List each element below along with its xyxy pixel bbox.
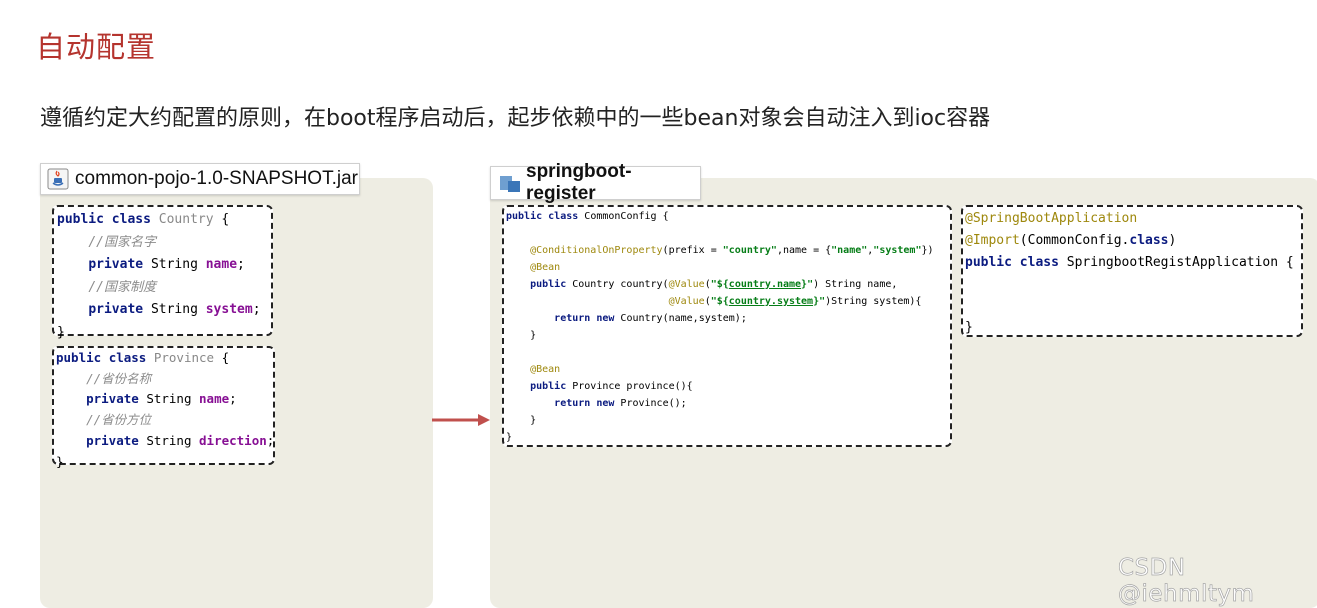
code-text: ) String name,: [813, 279, 898, 290]
code-keyword: class: [1129, 232, 1169, 248]
right-arrow-icon: [432, 414, 490, 426]
code-text: }): [921, 245, 934, 256]
watermark: CSDN @iehmltym: [1118, 555, 1255, 608]
code-keyword: public: [57, 212, 104, 227]
code-keyword: class: [111, 212, 151, 227]
code-keyword: public: [506, 211, 543, 222]
code-keyword: return: [554, 398, 591, 409]
code-string: }": [801, 279, 814, 290]
code-keyword: public: [530, 279, 567, 290]
code-comment: //省份名称: [86, 370, 152, 386]
code-comment: //国家制度: [88, 279, 156, 295]
code-keyword: private: [86, 432, 139, 448]
code-keyword: new: [596, 313, 615, 324]
code-text: (CommonConfig.: [1019, 232, 1130, 248]
jar-icon: [47, 168, 69, 190]
code-keyword: private: [88, 302, 144, 317]
code-string: }": [813, 296, 826, 307]
code-type: String: [150, 302, 198, 317]
code-brace: }: [506, 432, 513, 443]
code-text: ,name = {: [776, 245, 832, 256]
field-name: direction: [199, 432, 267, 448]
code-type: String: [146, 391, 192, 407]
class-declaration: SpringbootRegistApplication {: [1066, 254, 1294, 270]
code-annotation: @Import: [965, 232, 1020, 248]
code-annotation: @Bean: [530, 364, 561, 375]
code-brace: }: [57, 324, 65, 340]
code-annotation: @Value: [668, 296, 705, 307]
code-brace: {: [221, 212, 230, 227]
code-keyword: class: [548, 211, 579, 222]
folder-icon: [499, 173, 521, 193]
code-keyword: public: [530, 381, 567, 392]
code-keyword: return: [554, 313, 591, 324]
code-text: )String system){: [825, 296, 922, 307]
code-brace: }: [530, 330, 537, 341]
code-comment: //省份方位: [86, 412, 152, 428]
code-annotation: @Value: [668, 279, 705, 290]
code-brace: }: [530, 415, 537, 426]
field-name: system: [205, 302, 253, 317]
code-type: String: [146, 432, 192, 448]
code-keyword: class: [108, 350, 147, 365]
country-class-code: public class Country { //国家名字 private St…: [52, 205, 273, 340]
common-config-code: public class CommonConfig { @Conditional…: [502, 205, 952, 447]
project-name: springboot-register: [526, 161, 632, 204]
code-keyword: public: [56, 350, 102, 365]
code-string: country.name: [728, 279, 802, 290]
code-text: Country(name,system);: [620, 313, 747, 324]
code-type: String: [150, 257, 198, 272]
code-keyword: private: [86, 391, 139, 407]
jar-file-name: common-pojo-1.0-SNAPSHOT.jar: [75, 168, 358, 189]
code-brace: }: [965, 319, 973, 335]
code-string: "country": [722, 245, 777, 256]
jar-file-tab: common-pojo-1.0-SNAPSHOT.jar: [40, 163, 360, 195]
application-class-code: @SpringBootApplication @Import(CommonConf…: [961, 205, 1303, 337]
class-declaration: CommonConfig {: [584, 211, 669, 222]
code-text: Province();: [620, 398, 687, 409]
page-subtitle: 遵循约定大约配置的原则，在boot程序启动后，起步依赖中的一些bean对象会自动…: [40, 106, 991, 131]
code-keyword: public: [965, 254, 1012, 270]
code-string: country.system: [728, 296, 814, 307]
class-name: Country: [158, 212, 214, 227]
class-name: Province: [153, 350, 215, 365]
code-comment: //国家名字: [88, 234, 156, 250]
code-text: Country country(: [572, 279, 669, 290]
field-name: name: [205, 257, 238, 272]
code-text: Province province(){: [572, 381, 693, 392]
code-annotation: @SpringBootApplication: [965, 211, 1138, 226]
project-tab: springboot-register: [490, 161, 701, 204]
code-keyword: new: [596, 398, 615, 409]
code-string: "name": [831, 245, 868, 256]
code-annotation: @ConditionalOnProperty: [530, 245, 663, 256]
field-name: name: [199, 391, 230, 407]
code-string: "system": [873, 245, 922, 256]
province-class-code: public class Province { //省份名称 private S…: [52, 346, 275, 469]
code-string: "${: [710, 279, 729, 290]
code-keyword: class: [1019, 254, 1059, 270]
code-annotation: @Bean: [530, 262, 561, 273]
code-text: (prefix =: [662, 245, 723, 256]
code-string: "${: [710, 296, 729, 307]
code-brace: }: [56, 453, 64, 469]
code-keyword: private: [88, 257, 144, 272]
code-text: ): [1168, 232, 1177, 248]
page-title: 自动配置: [36, 30, 157, 64]
code-brace: {: [221, 350, 230, 365]
